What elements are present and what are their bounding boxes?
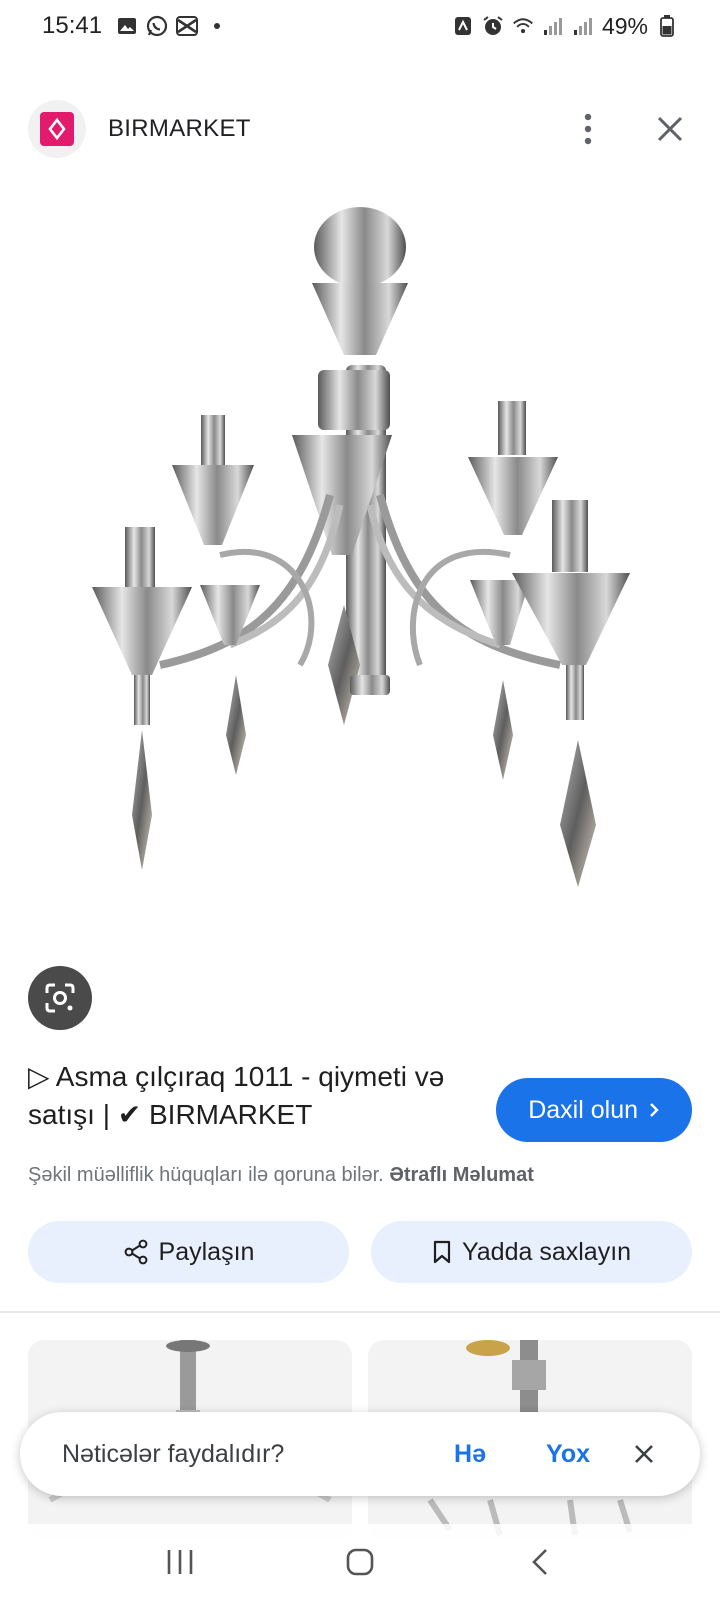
back-icon: [532, 1549, 547, 1575]
whatsapp-icon: [146, 15, 168, 37]
close-icon: [657, 116, 683, 142]
feedback-close-button[interactable]: [630, 1440, 658, 1468]
recent-apps-button[interactable]: [150, 1532, 210, 1592]
wifi-icon: [512, 15, 534, 37]
close-button[interactable]: [648, 107, 692, 151]
bookmark-icon: [433, 1240, 451, 1264]
visit-button-label: Daxil olun: [528, 1095, 638, 1124]
google-lens-button[interactable]: [28, 966, 92, 1030]
copyright-text: Şəkil müəlliflik hüquqları ilə qoruna bi…: [28, 1164, 384, 1186]
source-name[interactable]: BIRMARKET: [108, 115, 251, 143]
result-image[interactable]: [0, 175, 720, 1055]
gallery-icon: [116, 15, 138, 37]
feedback-no-button[interactable]: Yox: [546, 1440, 590, 1469]
status-time: 15:41: [42, 12, 103, 39]
battery-icon: [656, 15, 678, 37]
site-favicon[interactable]: [28, 100, 86, 158]
birmarket-logo-icon: [48, 118, 66, 140]
share-label: Paylaşın: [158, 1237, 255, 1266]
visit-button[interactable]: Daxil olun: [496, 1078, 692, 1142]
home-icon: [346, 1548, 374, 1576]
back-button[interactable]: [510, 1532, 570, 1592]
more-options-button[interactable]: [566, 107, 610, 151]
capcut-icon: [176, 15, 199, 37]
section-divider: [0, 1311, 720, 1313]
status-bar: 15:41 49%: [0, 0, 720, 52]
dot-icon: [206, 15, 228, 37]
feedback-yes-button[interactable]: Hə: [454, 1440, 486, 1469]
chevron-right-icon: [650, 1103, 659, 1117]
save-label: Yadda saxlayın: [461, 1237, 632, 1266]
chandelier-image: [92, 207, 630, 887]
signal-icon: [542, 15, 564, 37]
result-details: ▷ Asma çılçıraq 1011 - qiymeti və satışı…: [28, 1058, 692, 1187]
nfc-icon: [452, 15, 474, 37]
system-nav-bar: [0, 1524, 720, 1600]
recent-apps-icon: [167, 1550, 193, 1574]
more-info-link[interactable]: Ətraflı Məlumat: [389, 1164, 534, 1186]
share-button[interactable]: Paylaşın: [28, 1221, 349, 1283]
alarm-icon: [482, 15, 504, 37]
source-header: BIRMARKET: [28, 100, 692, 158]
home-button[interactable]: [330, 1532, 390, 1592]
battery-percent: 49%: [601, 12, 648, 39]
save-button[interactable]: Yadda saxlayın: [371, 1221, 692, 1283]
close-icon: [635, 1445, 653, 1463]
share-icon: [124, 1239, 147, 1265]
feedback-card: Nəticələr faydalıdır? Hə Yox: [20, 1412, 700, 1496]
signal-icon: [572, 15, 594, 37]
more-vert-icon: [584, 113, 592, 145]
lens-icon: [45, 983, 75, 1013]
result-title[interactable]: ▷ Asma çılçıraq 1011 - qiymeti və satışı…: [28, 1058, 458, 1134]
feedback-question: Nəticələr faydalıdır?: [62, 1439, 285, 1468]
copyright-notice: Şəkil müəlliflik hüquqları ilə qoruna bi…: [28, 1164, 692, 1187]
action-buttons: Paylaşın Yadda saxlayın: [28, 1221, 692, 1283]
